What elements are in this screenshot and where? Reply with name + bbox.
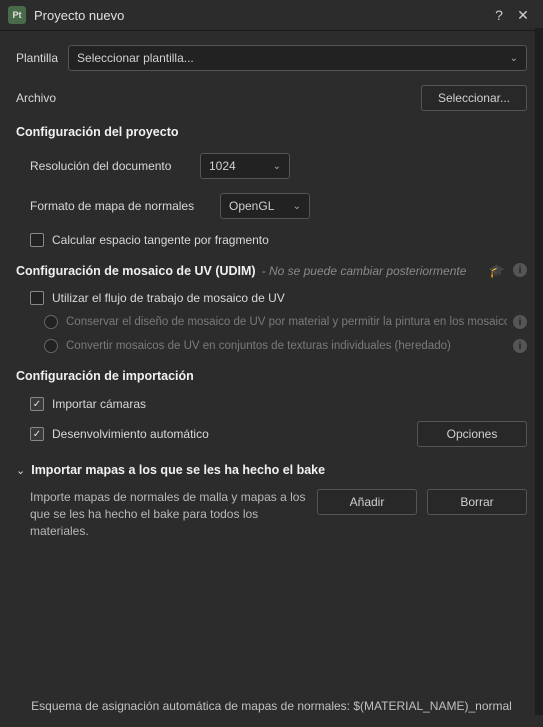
close-button[interactable]: ✕ bbox=[511, 7, 535, 24]
project-config-head: Configuración del proyecto bbox=[16, 125, 527, 139]
app-icon: Pt bbox=[8, 6, 26, 24]
import-cameras-checkbox[interactable] bbox=[30, 397, 44, 411]
bake-section-toggle[interactable]: ⌄ Importar mapas a los que se les ha hec… bbox=[16, 463, 527, 477]
resolution-label: Resolución del documento bbox=[30, 159, 200, 173]
file-label: Archivo bbox=[16, 91, 56, 105]
udim-note: - No se puede cambiar posteriormente bbox=[262, 264, 467, 278]
auto-unwrap-checkbox[interactable] bbox=[30, 427, 44, 441]
bake-head: Importar mapas a los que se les ha hecho… bbox=[31, 463, 325, 477]
titlebar: Pt Proyecto nuevo ? ✕ bbox=[0, 0, 543, 31]
use-udim-label: Utilizar el flujo de trabajo de mosaico … bbox=[52, 291, 285, 305]
normals-format-value: OpenGL bbox=[229, 199, 274, 213]
window-title: Proyecto nuevo bbox=[34, 8, 487, 23]
tangent-checkbox[interactable] bbox=[30, 233, 44, 247]
template-label: Plantilla bbox=[16, 51, 58, 65]
normals-format-label: Formato de mapa de normales bbox=[30, 199, 220, 213]
template-select-value: Seleccionar plantilla... bbox=[77, 51, 194, 65]
resolution-select[interactable]: 1024 ⌄ bbox=[200, 153, 290, 179]
auto-unwrap-label: Desenvolvimiento automático bbox=[52, 427, 417, 441]
chevron-down-icon: ⌄ bbox=[293, 201, 301, 212]
file-select-button[interactable]: Seleccionar... bbox=[421, 85, 527, 111]
clear-button[interactable]: Borrar bbox=[427, 489, 527, 515]
chevron-down-icon: ⌄ bbox=[510, 53, 518, 64]
resolution-value: 1024 bbox=[209, 159, 236, 173]
udim-head: Configuración de mosaico de UV (UDIM) bbox=[16, 264, 256, 278]
graduation-icon[interactable]: 🎓 bbox=[489, 263, 505, 279]
udim-convert-label: Convertir mosaicos de UV en conjuntos de… bbox=[66, 340, 507, 352]
info-icon[interactable]: i bbox=[513, 339, 527, 353]
udim-preserve-label: Conservar el diseño de mosaico de UV por… bbox=[66, 316, 507, 328]
template-select[interactable]: Seleccionar plantilla... ⌄ bbox=[68, 45, 527, 71]
add-button[interactable]: Añadir bbox=[317, 489, 417, 515]
import-config-head: Configuración de importación bbox=[16, 369, 527, 383]
footer-schema-text: Esquema de asignación automática de mapa… bbox=[16, 699, 527, 713]
udim-preserve-radio bbox=[44, 315, 58, 329]
scrollbar-track[interactable] bbox=[535, 28, 543, 715]
info-icon[interactable]: i bbox=[513, 315, 527, 329]
chevron-down-icon: ⌄ bbox=[16, 464, 25, 477]
dialog-content: Plantilla Seleccionar plantilla... ⌄ Arc… bbox=[0, 31, 543, 727]
info-icon[interactable]: i bbox=[513, 263, 527, 277]
use-udim-checkbox[interactable] bbox=[30, 291, 44, 305]
chevron-down-icon: ⌄ bbox=[273, 161, 281, 172]
tangent-label: Calcular espacio tangente por fragmento bbox=[52, 233, 269, 247]
options-button[interactable]: Opciones bbox=[417, 421, 527, 447]
udim-convert-radio bbox=[44, 339, 58, 353]
import-cameras-label: Importar cámaras bbox=[52, 397, 146, 411]
help-button[interactable]: ? bbox=[487, 7, 511, 23]
normals-format-select[interactable]: OpenGL ⌄ bbox=[220, 193, 310, 219]
bake-description: Importe mapas de normales de malla y map… bbox=[30, 489, 307, 539]
